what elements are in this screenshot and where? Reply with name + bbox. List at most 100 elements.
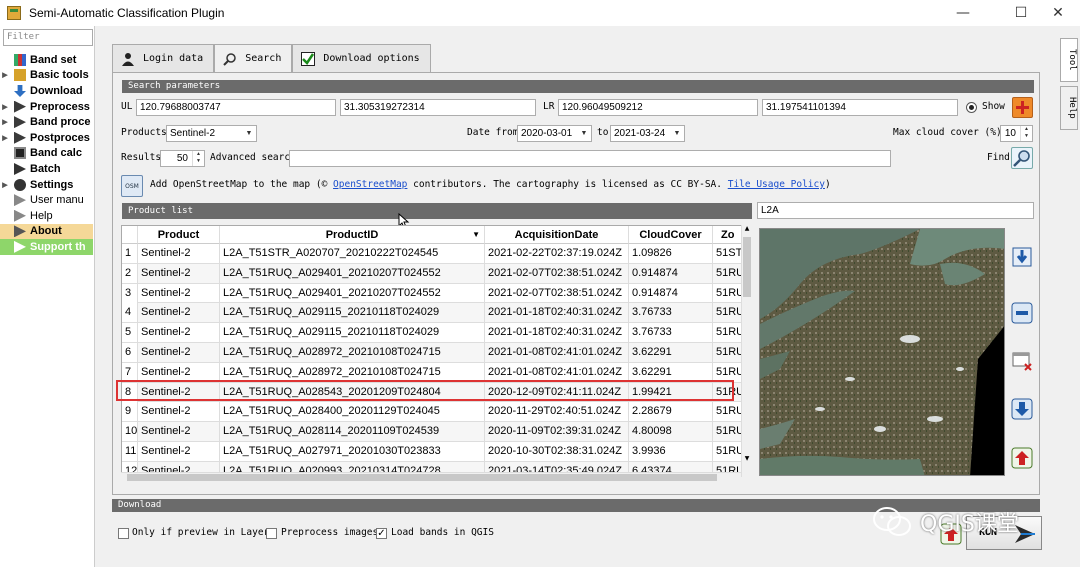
preprocess-icon [14,100,26,113]
date-to-input[interactable]: 2021-03-24 ▼ [610,125,685,142]
column-header-productid[interactable]: ProductID ▼ [220,226,485,244]
table-row[interactable]: 3 Sentinel-2 L2A_T51RUQ_A029401_20210207T0… [122,283,744,304]
lr-x-input[interactable]: 120.96049509212 [558,99,758,116]
filter-input[interactable]: Filter [3,29,93,46]
scroll-up-icon[interactable]: ▲ [742,225,752,235]
ul-x-input[interactable]: 120.79688003747 [136,99,336,116]
show-radio[interactable] [966,102,977,113]
product-filter-input[interactable]: L2A [757,202,1034,219]
table-row[interactable]: 6 Sentinel-2 L2A_T51RUQ_A028972_20210108T0… [122,343,744,363]
row-index[interactable]: 9 [122,402,138,422]
close-button[interactable]: ✕ [1035,0,1080,26]
table-row[interactable]: 2 Sentinel-2 L2A_T51RUQ_A029401_20210207T0… [122,263,744,284]
band-set-icon [14,53,26,66]
nav-item-band-set[interactable]: Band set [0,52,93,68]
minus-icon [1011,302,1033,324]
scrollbar-thumb[interactable] [127,474,717,481]
table-row[interactable]: 7 Sentinel-2 L2A_T51RUQ_A028972_20210108T0… [122,362,744,383]
table-row[interactable]: 8 Sentinel-2 L2A_T51RUQ_A028543_20201209T0… [122,382,744,403]
table-vertical-scrollbar[interactable]: ▲ ▼ [741,225,752,477]
minimize-button[interactable]: — [940,0,986,26]
ul-y-input[interactable]: 31.305319272314 [340,99,536,116]
max-cloud-spinner[interactable]: 10 ▲ ▼ [1000,125,1033,142]
import-table-button[interactable] [1011,447,1033,469]
table-horizontal-scrollbar[interactable] [121,472,741,482]
sort-indicator-icon: ▼ [472,230,480,239]
table-cell-id: L2A_T51RUQ_A029401_20210207T024552 [220,283,485,303]
settings-icon [14,178,26,191]
load-bands-checkbox[interactable]: ✓ [376,528,387,539]
table-row[interactable]: 9 Sentinel-2 L2A_T51RUQ_A028400_20201129T0… [122,402,744,423]
find-button[interactable] [1011,147,1033,169]
search-parameters-header: Search parameters [122,80,1034,93]
row-index[interactable]: 11 [122,442,138,461]
tab-help[interactable]: Help [1060,86,1078,130]
table-cell-id: L2A_T51RUQ_A029401_20210207T024552 [220,263,485,283]
nav-item-band-processing[interactable]: ▶ Band proce [0,114,93,130]
scroll-down-icon[interactable]: ▼ [742,455,752,465]
chevron-down-icon: ▼ [245,130,253,137]
nav-item-basic-tools[interactable]: ▶ Basic tools [0,68,93,84]
clear-table-button[interactable] [1011,350,1033,372]
products-select[interactable]: Sentinel-2 ▼ [166,125,257,142]
nav-item-postprocessing[interactable]: ▶ Postproces [0,130,93,146]
row-index[interactable]: 4 [122,303,138,323]
nav-item-band-calc[interactable]: Band calc [0,146,93,162]
tab-tool[interactable]: Tool [1060,38,1078,82]
display-image-icon [1012,247,1032,267]
add-area-button[interactable] [1012,97,1033,118]
date-from-input[interactable]: 2020-03-01 ▼ [517,125,592,142]
export-table-button[interactable] [1011,398,1033,420]
table-cell-product: Sentinel-2 [138,303,220,323]
tab-download-options[interactable]: Download options [292,44,431,72]
advanced-search-input[interactable] [289,150,891,167]
product-list-header: Product list [122,203,752,219]
nav-item-preprocess[interactable]: ▶ Preprocess [0,99,93,115]
table-cell-date: 2021-02-07T02:38:51.024Z [485,283,629,303]
column-header-cloudcover[interactable]: CloudCover [629,226,713,244]
preprocess-images-checkbox[interactable] [266,528,277,539]
tab-login-data[interactable]: Login data [112,44,215,72]
lr-y-input[interactable]: 31.197541101394 [762,99,958,116]
remove-button[interactable] [1011,302,1033,324]
row-index[interactable]: 8 [122,382,138,402]
table-row[interactable]: 5 Sentinel-2 L2A_T51RUQ_A029115_20210118T0… [122,323,744,343]
only-preview-checkbox[interactable] [118,528,129,539]
search-icon [1013,150,1030,167]
nav-item-user-manual[interactable]: User manu [0,192,93,208]
table-cell-product: Sentinel-2 [138,422,220,442]
nav-item-download[interactable]: Download [0,83,93,99]
nav-item-help[interactable]: Help [0,208,93,224]
row-index[interactable]: 6 [122,343,138,362]
column-header-product[interactable]: Product [138,226,220,244]
wechat-logo-icon [873,507,911,536]
display-preview-button[interactable] [1011,246,1033,268]
row-index[interactable]: 3 [122,283,138,303]
nav-item-settings[interactable]: ▶ Settings [0,177,93,193]
date-to-label: to [597,127,609,138]
osm-button[interactable]: OSM [121,175,143,197]
chevron-down-icon: ▼ [580,130,588,137]
max-cloud-label: Max cloud cover (%) [893,127,1002,138]
row-index[interactable]: 2 [122,263,138,283]
table-row[interactable]: 11 Sentinel-2 L2A_T51RUQ_A027971_20201030T… [122,442,744,462]
nav-item-batch[interactable]: Batch [0,161,93,177]
tile-usage-policy-link[interactable]: Tile Usage Policy [728,179,825,190]
row-index[interactable]: 5 [122,323,138,343]
table-row[interactable]: 10 Sentinel-2 L2A_T51RUQ_A028114_20201109T… [122,422,744,442]
table-row[interactable]: 1 Sentinel-2 L2A_T51STR_A020707_20210222T0… [122,244,749,264]
table-cell-cloud: 1.09826 [629,244,713,263]
nav-item-support[interactable]: Support th [0,239,93,255]
load-bands-label: Load bands in QGIS [391,527,494,538]
osm-link[interactable]: OpenStreetMap [333,179,407,190]
row-index[interactable]: 1 [122,244,138,263]
column-header-acquisitiondate[interactable]: AcquisitionDate [485,226,629,244]
nav-item-about[interactable]: About [0,223,93,240]
results-spinner[interactable]: 50 ▲ ▼ [160,150,205,167]
tab-search[interactable]: Search [214,44,293,72]
row-index[interactable]: 10 [122,422,138,442]
row-index[interactable]: 7 [122,362,138,382]
table-row[interactable]: 4 Sentinel-2 L2A_T51RUQ_A029115_20210118T0… [122,303,744,324]
table-cell-date: 2021-02-22T02:37:19.024Z [485,244,629,263]
scrollbar-thumb[interactable] [743,237,751,297]
